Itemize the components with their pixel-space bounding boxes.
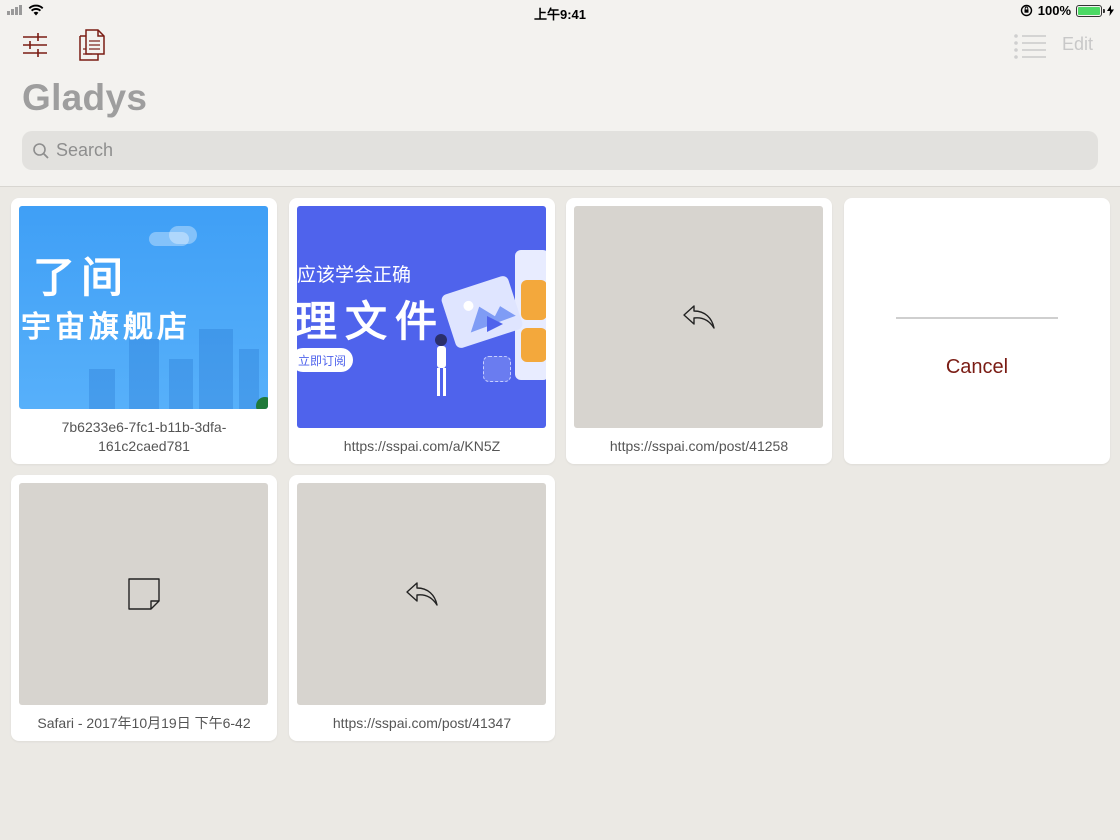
- status-time: 上午9:41: [533, 7, 587, 22]
- item-thumbnail: [19, 483, 268, 705]
- search-placeholder: Search: [56, 140, 114, 160]
- status-bar: 上午9:41 100%: [0, 0, 1120, 24]
- battery-percent: 100%: [1037, 3, 1071, 18]
- status-right: 100%: [1020, 3, 1114, 18]
- navigation-bar: Edit Gladys Search: [0, 24, 1120, 187]
- item-thumbnail: [574, 206, 823, 428]
- item-card[interactable]: https://sspai.com/post/41347: [289, 475, 555, 741]
- item-caption: https://sspai.com/a/KN5Z: [343, 438, 501, 454]
- reply-arrow-icon: [682, 305, 715, 329]
- item-caption: Safari - 2017年10月19日 下午6-42: [37, 715, 251, 731]
- page-title: Gladys: [22, 77, 148, 118]
- item-caption: 7b6233e6-7fc1-b11b-3dfa-161c2caed781: [61, 419, 227, 454]
- item-caption: https://sspai.com/post/41347: [332, 715, 512, 731]
- item-card[interactable]: https://sspai.com/post/41258: [566, 198, 832, 464]
- reply-arrow-icon: [405, 582, 438, 606]
- banner-headline: 了间: [33, 254, 130, 301]
- progress-divider: [896, 317, 1058, 319]
- banner-subheadline: 宇宙旗舰店: [21, 311, 191, 344]
- note-icon: [127, 578, 160, 610]
- item-card[interactable]: 应该学会正确 理文件 立即订阅 https://sspai.com/a/KN5Z: [289, 198, 555, 464]
- list-view-button[interactable]: [1012, 32, 1048, 60]
- search-icon: [33, 142, 49, 159]
- item-thumbnail: 了间 宇宙旗舰店: [19, 206, 268, 409]
- edit-button[interactable]: Edit: [1062, 34, 1093, 55]
- cancel-button[interactable]: Cancel: [844, 356, 1110, 379]
- banner-subscribe-button: 立即订阅: [297, 348, 353, 372]
- person-illustration-icon: [435, 334, 447, 396]
- item-card[interactable]: Safari - 2017年10月19日 下午6-42: [11, 475, 277, 741]
- filter-button[interactable]: [20, 30, 50, 60]
- item-thumbnail: 应该学会正确 理文件 立即订阅: [297, 206, 546, 428]
- battery-icon: [1076, 4, 1105, 17]
- cancel-card: Cancel: [844, 198, 1110, 464]
- documents-button[interactable]: [76, 28, 108, 62]
- documents-icon: [79, 29, 105, 61]
- charging-bolt-icon: [1107, 5, 1114, 16]
- search-input[interactable]: Search: [22, 131, 1098, 170]
- list-icon: [1014, 34, 1046, 59]
- sliders-icon: [23, 33, 47, 57]
- orientation-lock-icon: [1020, 4, 1032, 17]
- banner-subheadline: 理文件: [297, 298, 446, 345]
- banner-headline: 应该学会正确: [297, 265, 412, 286]
- item-thumbnail: [297, 483, 546, 705]
- item-card[interactable]: 了间 宇宙旗舰店 7b6233e6-7fc1-b11b-3dfa-161c2ca…: [11, 198, 277, 464]
- item-caption: https://sspai.com/post/41258: [609, 438, 789, 454]
